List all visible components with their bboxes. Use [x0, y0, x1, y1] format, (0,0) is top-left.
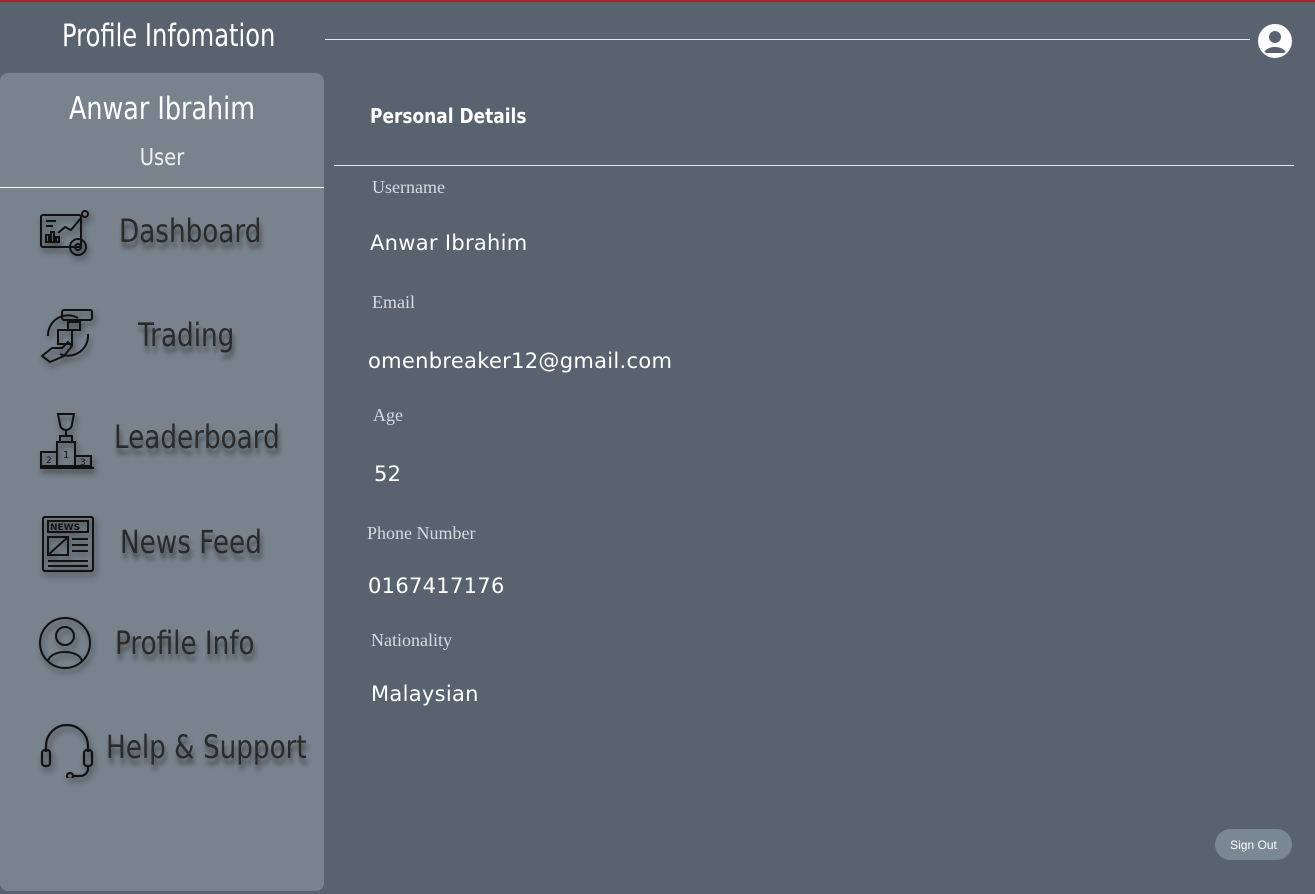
avatar-icon — [1260, 26, 1290, 56]
sidebar-item-label: Dashboard — [119, 212, 262, 250]
email-value: omenbreaker12@gmail.com — [368, 349, 673, 373]
svg-text:1: 1 — [63, 450, 69, 461]
headset-icon — [40, 723, 94, 778]
dashboard-icon — [40, 210, 89, 256]
nationality-value: Malaysian — [371, 682, 479, 706]
trading-icon — [40, 309, 93, 364]
page-title: Profile Infomation — [62, 18, 276, 54]
header-divider — [325, 39, 1250, 40]
top-accent-line — [0, 0, 1315, 2]
svg-text:NEWS: NEWS — [50, 523, 80, 533]
age-label: Age — [373, 405, 403, 425]
user-circle-icon — [39, 617, 91, 669]
sidebar-item-trading[interactable]: Trading — [0, 298, 324, 378]
sidebar-item-label: News Feed — [120, 523, 262, 561]
sidebar-item-label: Leaderboard — [114, 418, 280, 456]
email-label: Email — [372, 292, 415, 312]
sidebar-item-label: Help & Support — [106, 728, 307, 766]
sidebar-divider — [0, 187, 324, 188]
age-value: 52 — [374, 462, 402, 486]
sign-out-button[interactable]: Sign Out — [1215, 829, 1292, 860]
sidebar-user-role: User — [139, 145, 185, 171]
sidebar-user-name: Anwar Ibrahim — [68, 91, 255, 127]
sidebar-item-dashboard[interactable]: Dashboard — [0, 195, 324, 275]
section-divider — [334, 165, 1294, 166]
svg-text:3: 3 — [80, 458, 86, 468]
sidebar-item-label: Trading — [138, 316, 235, 354]
svg-text:2: 2 — [46, 456, 52, 466]
sidebar-item-leaderboard[interactable]: 1 2 3 Leaderboard — [0, 400, 324, 480]
sidebar-item-news-feed[interactable]: NEWS News Feed — [0, 505, 324, 585]
username-value: Anwar Ibrahim — [370, 231, 528, 255]
sidebar-item-help-support[interactable]: Help & Support — [0, 708, 324, 788]
account-avatar-button[interactable] — [1258, 24, 1292, 58]
phone-number-value: 0167417176 — [368, 574, 505, 598]
section-title: Personal Details — [370, 104, 527, 128]
sidebar: Anwar Ibrahim User Dashboard Trading 1 2… — [0, 73, 324, 891]
nationality-label: Nationality — [371, 630, 452, 650]
newspaper-icon: NEWS — [42, 516, 94, 572]
username-label: Username — [372, 177, 445, 197]
phone-number-label: Phone Number — [367, 523, 476, 543]
sidebar-item-label: Profile Info — [115, 624, 255, 662]
sidebar-item-profile-info[interactable]: Profile Info — [0, 605, 324, 685]
podium-icon: 1 2 3 — [40, 413, 94, 469]
